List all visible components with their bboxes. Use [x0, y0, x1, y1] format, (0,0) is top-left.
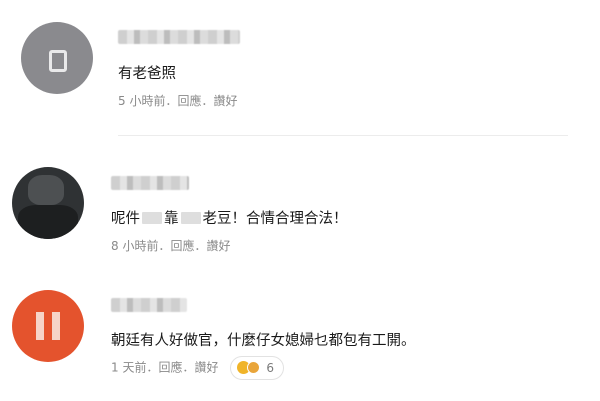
comment-meta: 5 小時前．回應．讚好 [118, 94, 238, 108]
avatar[interactable] [12, 290, 84, 362]
timestamp: 1 天前 [111, 360, 147, 375]
like-link[interactable]: 讚好 [195, 361, 219, 375]
comment-text: 有老爸照 [118, 66, 176, 82]
comment-divider [118, 135, 568, 136]
comment-text: 朝廷有人好做官，什麼仔女媳婦乜都包有工開。 [111, 333, 416, 349]
comment-text-part: 靠 [164, 211, 179, 227]
redacted-text [142, 212, 162, 224]
comment-text-part: 呢件 [111, 211, 140, 227]
like-link[interactable]: 讚好 [214, 94, 238, 108]
reply-link[interactable]: 回應 [170, 239, 194, 253]
comment-meta: 1 天前．回應．讚好 6 [111, 356, 284, 380]
redacted-text [180, 212, 201, 224]
timestamp: 8 小時前 [111, 239, 159, 253]
default-user-icon [49, 50, 67, 72]
avatar-initial [36, 312, 44, 340]
reply-link[interactable]: 回應 [177, 94, 201, 108]
avatar[interactable] [12, 167, 84, 239]
haha-emoji-icon [247, 361, 261, 374]
avatar-photo-body [18, 205, 78, 239]
commenter-name[interactable] [111, 298, 187, 312]
like-link[interactable]: 讚好 [207, 239, 231, 253]
comment-text-part: 老豆！合情合理合法！ [202, 211, 348, 227]
avatar-photo [28, 175, 64, 205]
reaction-count: 6 [266, 361, 274, 375]
avatar[interactable] [21, 22, 93, 94]
comment-text: 呢件 靠 老豆！合情合理合法！ [111, 207, 348, 228]
reply-link[interactable]: 回應 [158, 361, 182, 375]
commenter-name[interactable] [111, 176, 189, 190]
comment-meta: 8 小時前．回應．讚好 [111, 239, 231, 253]
avatar-initial [52, 312, 60, 340]
commenter-name[interactable] [118, 30, 240, 44]
timestamp: 5 小時前 [118, 94, 166, 108]
reaction-summary[interactable]: 6 [230, 356, 284, 380]
